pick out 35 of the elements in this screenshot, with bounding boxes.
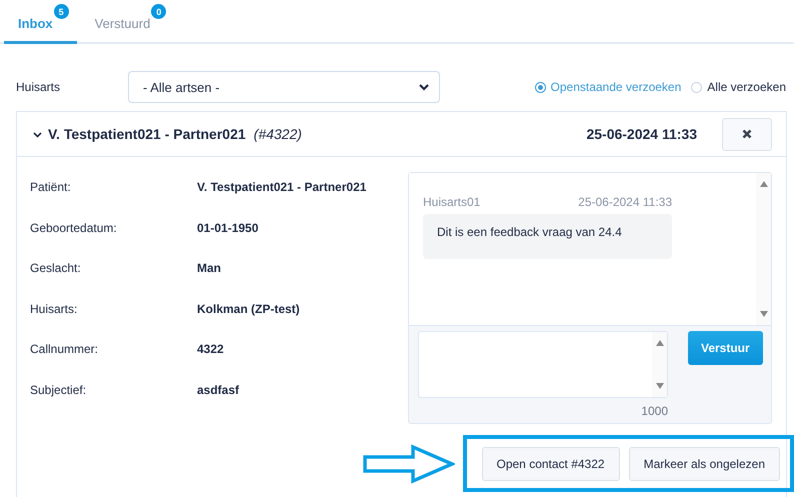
- close-button[interactable]: [722, 118, 772, 150]
- action-button[interactable]: Open contact #4322: [482, 447, 620, 481]
- scroll-up-icon[interactable]: [656, 340, 664, 346]
- message-time: 25-06-2024 11:33: [578, 195, 672, 209]
- scroll-down-icon[interactable]: [656, 383, 664, 389]
- field-label: Geboortedatum:: [30, 220, 118, 234]
- count-badge: 5: [54, 4, 69, 19]
- scroll-up-icon[interactable]: [760, 181, 768, 187]
- radio-option[interactable]: Alle verzoeken: [691, 80, 786, 94]
- action-button[interactable]: Markeer als ongelezen: [628, 447, 780, 481]
- scroll-down-icon[interactable]: [760, 311, 768, 317]
- close-icon: [742, 129, 752, 139]
- field-value: Kolkman (ZP-test): [197, 302, 301, 316]
- filter-label: Huisarts: [16, 80, 62, 94]
- chevron-down-icon: [419, 84, 429, 90]
- field-value: 4322: [197, 342, 225, 356]
- request-title: V. Testpatient021 - Partner021: [48, 126, 246, 142]
- reply-field[interactable]: [418, 331, 668, 398]
- field-value: 01-01-1950: [197, 220, 260, 234]
- field-value: Man: [197, 261, 222, 275]
- field-label: Geslacht:: [30, 261, 82, 275]
- field-label: Callnummer:: [30, 342, 100, 356]
- request-date: 25-06-2024 11:33: [586, 126, 697, 142]
- field-value: V. Testpatient021 - Partner021: [197, 180, 368, 194]
- field-label: Huisarts:: [30, 302, 78, 316]
- count-badge: 0: [151, 4, 166, 19]
- field-value: asdfasf: [197, 382, 240, 396]
- field-label: Subjectief:: [30, 382, 88, 396]
- character-counter: 1000: [640, 404, 668, 418]
- message-bubble: Dit is een feedback vraag van 24.4: [423, 214, 672, 259]
- doctor-select[interactable]: - Alle artsen -: [128, 71, 440, 103]
- request-number: (#4322): [254, 126, 302, 142]
- chevron-down-icon[interactable]: [33, 130, 42, 138]
- message-author: Huisarts01: [423, 195, 480, 209]
- field-label: Patiënt:: [30, 180, 72, 194]
